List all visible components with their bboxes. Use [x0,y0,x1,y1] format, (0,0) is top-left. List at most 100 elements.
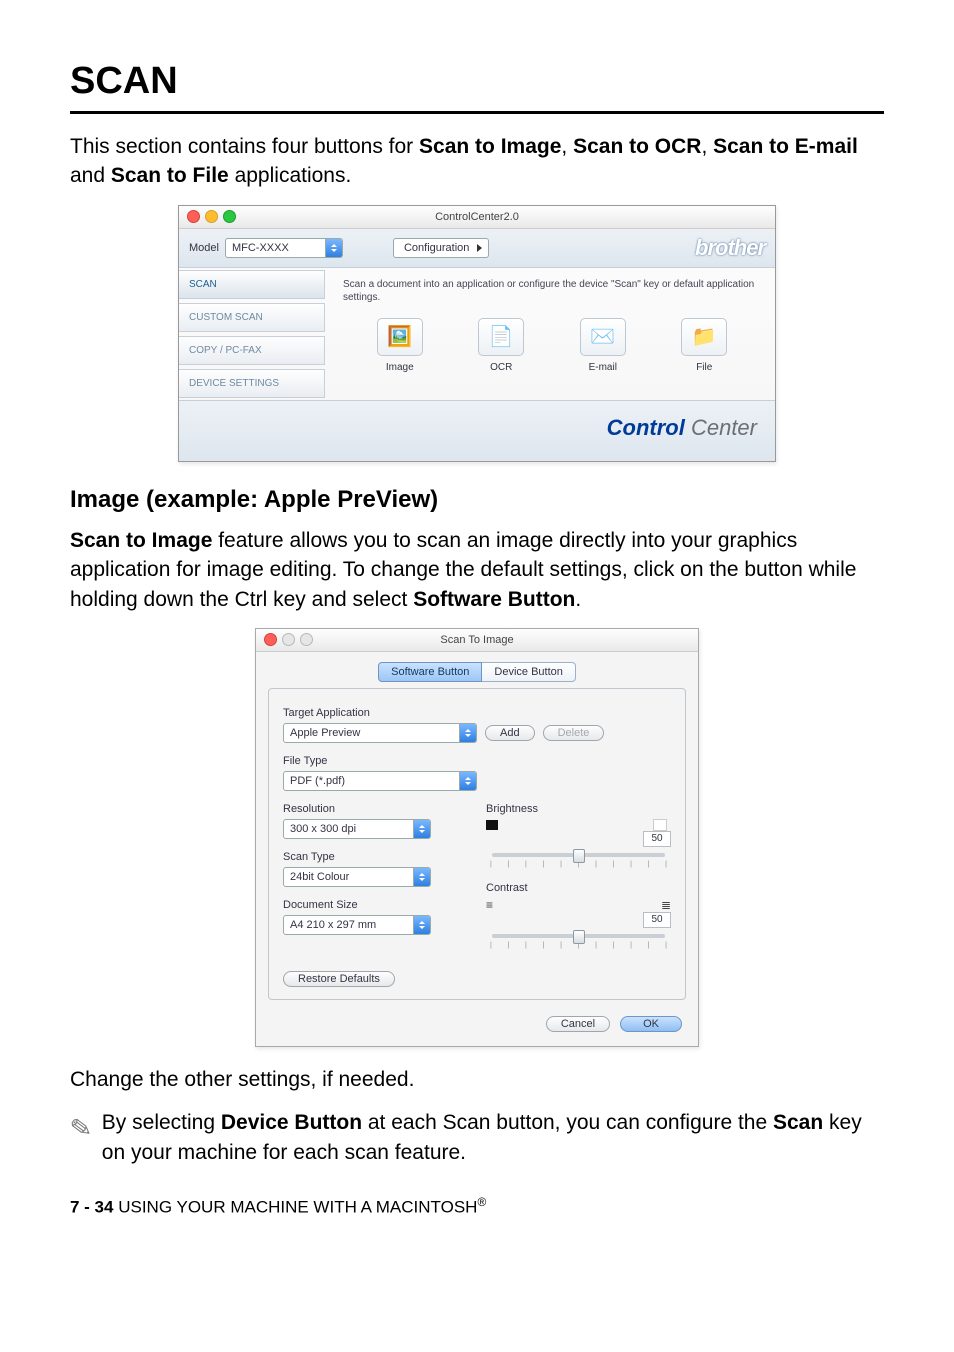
tab-bar: Software Button Device Button [256,652,698,682]
intro-paragraph: This section contains four buttons for S… [70,132,884,191]
tab-software-button[interactable]: Software Button [378,662,482,682]
sidebar: SCAN CUSTOM SCAN COPY / PC-FAX DEVICE SE… [179,268,329,400]
controlcenter-window: ControlCenter2.0 Model MFC-XXXX Configur… [178,205,776,462]
footer-branding: Control Center [179,400,775,461]
slider-thumb-icon[interactable] [573,930,585,944]
document-size-select[interactable]: A4 210 x 297 mm [283,915,431,935]
file-type-select[interactable]: PDF (*.pdf) [283,771,477,791]
cancel-button[interactable]: Cancel [546,1016,610,1032]
scan-type-select[interactable]: 24bit Colour [283,867,431,887]
contrast-label: Contrast [486,882,671,894]
brother-logo: brother [695,235,765,261]
document-size-value: A4 210 x 297 mm [290,919,413,931]
add-button[interactable]: Add [485,725,535,741]
folder-icon: 📁 [692,324,717,349]
tab-device-button[interactable]: Device Button [482,662,575,682]
contrast-high-icon: ≣ [661,898,671,912]
scan-type-label: Scan Type [283,851,468,863]
main-panel: Scan a document into an application or c… [329,268,775,400]
center-word: Center [685,415,757,440]
file-type-value: PDF (*.pdf) [290,775,459,787]
text-bold: Scan [773,1111,823,1134]
contrast-value: 50 [643,912,671,928]
resolution-label: Resolution [283,803,468,815]
scan-image-button[interactable]: 🖼️ [377,318,423,356]
panel-description: Scan a document into an application or c… [343,278,761,304]
resolution-value: 300 x 300 dpi [290,823,413,835]
model-label: Model [189,242,219,254]
settings-panel: Target Application Apple Preview Add Del… [268,688,686,1000]
window-titlebar: Scan To Image [256,629,698,652]
body-paragraph: Scan to Image feature allows you to scan… [70,526,884,614]
target-application-label: Target Application [283,707,671,719]
chevron-updown-icon [459,772,476,790]
scan-to-image-window: Scan To Image Software Button Device But… [255,628,699,1047]
slider-thumb-icon[interactable] [573,849,585,863]
scan-email-label: E-mail [589,362,617,373]
note: ✎ By selecting Device Button at each Sca… [70,1108,884,1167]
text: and [70,164,111,187]
text-bold: Scan to Image [419,135,561,158]
sidebar-item-custom-scan[interactable]: CUSTOM SCAN [179,303,325,332]
chevron-updown-icon [325,239,342,257]
ok-button[interactable]: OK [620,1016,682,1032]
window-title: Scan To Image [256,634,698,646]
text: applications. [229,164,352,187]
scan-file-label: File [696,362,712,373]
text-bold: Scan to Image [70,529,212,552]
file-type-label: File Type [283,755,671,767]
text-bold: Device Button [221,1111,362,1134]
email-icon: ✉️ [590,324,615,349]
delete-button: Delete [543,725,605,741]
brightness-light-icon [653,819,667,831]
text-bold: Scan to File [111,164,229,187]
brightness-slider[interactable] [492,853,665,857]
ocr-icon: 📄 [489,324,514,349]
subheading-image-example: Image (example: Apple PreView) [70,486,884,514]
note-icon: ✎ [68,1109,95,1148]
sidebar-item-device-settings[interactable]: DEVICE SETTINGS [179,369,325,398]
contrast-slider[interactable] [492,934,665,938]
configuration-button[interactable]: Configuration [393,238,489,258]
toolbar: Model MFC-XXXX Configuration brother [179,229,775,268]
text-bold: Software Button [413,588,575,611]
scan-email-button[interactable]: ✉️ [580,318,626,356]
text: . [575,588,581,611]
target-application-value: Apple Preview [290,727,459,739]
chevron-updown-icon [413,916,430,934]
chevron-updown-icon [459,724,476,742]
window-title: ControlCenter2.0 [179,211,775,223]
document-size-label: Document Size [283,899,468,911]
sidebar-item-copy-pcfax[interactable]: COPY / PC-FAX [179,336,325,365]
target-application-select[interactable]: Apple Preview [283,723,477,743]
chevron-updown-icon [413,868,430,886]
text: at each Scan button, you can configure t… [362,1111,773,1134]
scan-file-button[interactable]: 📁 [681,318,727,356]
page-number: 7 - 34 [70,1198,113,1217]
window-titlebar: ControlCenter2.0 [179,206,775,229]
scan-image-label: Image [386,362,414,373]
page-footer: 7 - 34 USING YOUR MACHINE WITH A MACINTO… [70,1195,884,1218]
sidebar-item-scan[interactable]: SCAN [179,270,325,299]
chevron-updown-icon [413,820,430,838]
configuration-label: Configuration [404,242,469,254]
scan-ocr-label: OCR [490,362,512,373]
brightness-label: Brightness [486,803,671,815]
scan-ocr-button[interactable]: 📄 [478,318,524,356]
brightness-dark-icon [486,820,498,830]
contrast-low-icon: ≡ [486,898,493,912]
model-select[interactable]: MFC-XXXX [225,238,343,258]
image-icon: 🖼️ [387,324,412,349]
text: By selecting [102,1111,221,1134]
resolution-select[interactable]: 300 x 300 dpi [283,819,431,839]
body-paragraph-2: Change the other settings, if needed. [70,1065,884,1094]
restore-defaults-button[interactable]: Restore Defaults [283,971,395,987]
text-bold: Scan to OCR [573,135,701,158]
registered-mark: ® [477,1195,486,1209]
page-title: SCAN [70,60,884,114]
text-bold: Scan to E-mail [713,135,858,158]
chevron-right-icon [477,244,482,252]
text: , [701,135,713,158]
text: , [561,135,573,158]
text: This section contains four buttons for [70,135,419,158]
